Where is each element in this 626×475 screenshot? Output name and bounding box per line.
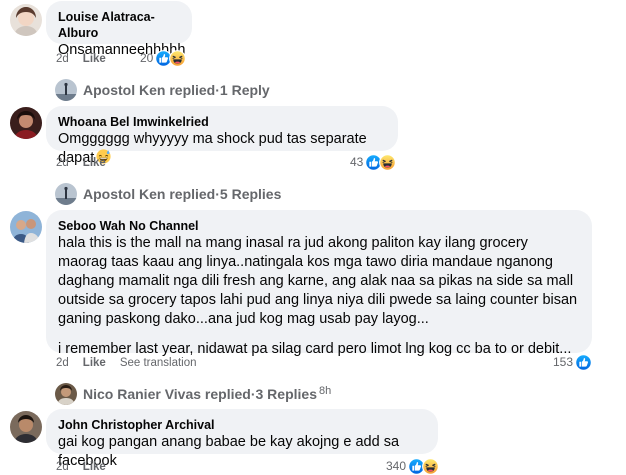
- reaction-count: 43: [350, 155, 364, 169]
- view-replies-link[interactable]: Nico Ranier Vivas replied · 3 Replies 8h: [55, 383, 331, 405]
- reaction-count: 340: [386, 459, 407, 473]
- haha-icon: [422, 458, 439, 475]
- reply-count: 5 Replies: [219, 186, 282, 202]
- avatar[interactable]: [10, 211, 42, 243]
- comment-timestamp[interactable]: 2d: [56, 461, 69, 473]
- comment-actions: 2d Like: [56, 460, 106, 474]
- haha-icon: [379, 154, 396, 171]
- like-icon: [575, 354, 592, 371]
- like-button[interactable]: Like: [83, 461, 106, 473]
- haha-icon: [169, 50, 186, 67]
- view-replies-link[interactable]: Apostol Ken replied · 5 Replies: [55, 183, 281, 205]
- reply-count: 1 Reply: [219, 82, 270, 98]
- comment-actions: 2d Like: [56, 156, 106, 170]
- replier-avatar: [55, 79, 77, 101]
- comment-bubble: Seboo Wah No Channel hala this is the ma…: [46, 210, 592, 357]
- comment-bubble: Whoana Bel Imwinkelried Omgggggg whyyyyy…: [46, 106, 398, 166]
- comment-text: gai kog pangan anang babae be kay akojng…: [58, 434, 400, 469]
- avatar[interactable]: [10, 411, 42, 443]
- replier-name: Apostol Ken replied: [83, 186, 216, 202]
- reaction-summary[interactable]: 20: [140, 49, 186, 67]
- comment-text-line: Omgggggg whyyyyy ma shock pud tas separa…: [58, 130, 386, 168]
- comment-author[interactable]: Louise Alatraca-Alburo: [58, 9, 180, 41]
- comment-author[interactable]: John Christopher Archival: [58, 417, 426, 433]
- comment-author[interactable]: Seboo Wah No Channel: [58, 218, 580, 234]
- comment-actions: 2d Like See translation: [56, 356, 197, 370]
- replier-name: Apostol Ken replied: [83, 82, 216, 98]
- comment-text: hala this is the mall na mang inasal ra …: [58, 235, 578, 327]
- view-replies-link[interactable]: Apostol Ken replied · 1 Reply: [55, 79, 270, 101]
- reaction-summary[interactable]: 43: [350, 153, 396, 171]
- reply-count: 3 Replies: [255, 386, 317, 402]
- reaction-summary[interactable]: 153: [553, 353, 592, 371]
- avatar[interactable]: [10, 107, 42, 139]
- reaction-count: 153: [553, 355, 574, 369]
- reaction-summary[interactable]: 340: [386, 457, 439, 475]
- replier-avatar: [55, 383, 77, 405]
- replier-avatar: [55, 183, 77, 205]
- reply-age: 8h: [318, 385, 332, 397]
- comment-timestamp[interactable]: 2d: [56, 357, 69, 369]
- comment-actions: 2d Like: [56, 52, 106, 66]
- like-button[interactable]: Like: [83, 357, 106, 369]
- comment-author[interactable]: Whoana Bel Imwinkelried: [58, 114, 386, 130]
- comment-bubble: Louise Alatraca-Alburo Onsamanneehhhhh: [46, 1, 192, 58]
- replier-name: Nico Ranier Vivas replied: [83, 386, 251, 402]
- reaction-count: 20: [140, 51, 154, 65]
- comment-timestamp[interactable]: 2d: [56, 157, 69, 169]
- see-translation-link[interactable]: See translation: [120, 357, 197, 369]
- comment-timestamp[interactable]: 2d: [56, 53, 69, 65]
- avatar[interactable]: [10, 4, 42, 36]
- like-button[interactable]: Like: [83, 53, 106, 65]
- like-button[interactable]: Like: [83, 157, 106, 169]
- comment-bubble: John Christopher Archival gai kog pangan…: [46, 409, 438, 469]
